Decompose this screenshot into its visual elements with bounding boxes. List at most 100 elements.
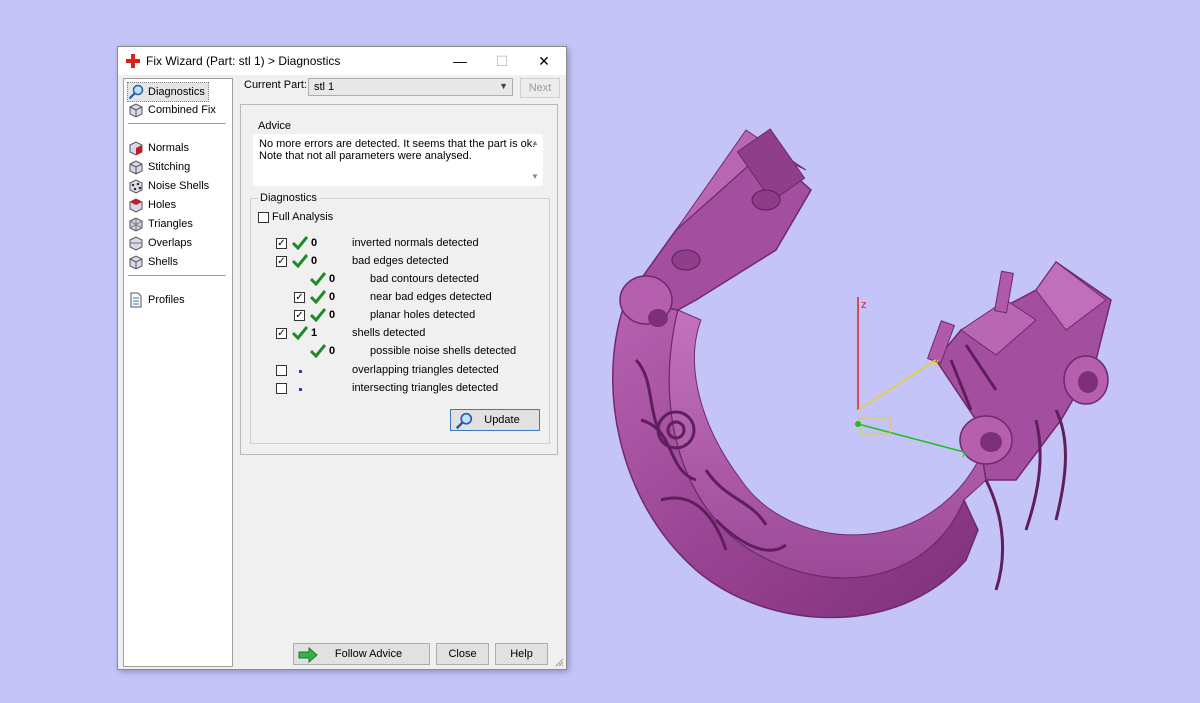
y-axis-label: y: [933, 357, 939, 369]
3d-viewport[interactable]: z y x: [566, 0, 1200, 703]
noise-shells-text: possible noise shells detected: [370, 345, 517, 357]
green-check-icon: [292, 254, 308, 268]
triangles-icon: [129, 217, 143, 232]
advice-line-2: Note that not all parameters were analys…: [259, 150, 472, 162]
close-button[interactable]: Close: [436, 643, 489, 665]
nav-item-combined-fix[interactable]: Combined Fix: [128, 101, 216, 119]
document-icon: [130, 292, 142, 308]
current-part-select[interactable]: stl 1 ▼: [308, 78, 513, 96]
holes-cube-icon: [129, 198, 143, 213]
diagnostics-title: Diagnostics: [258, 192, 319, 204]
chevron-down-icon: ▼: [499, 81, 508, 91]
green-arrow-icon: [298, 647, 318, 663]
minimize-button[interactable]: —: [440, 47, 480, 75]
advice-text-box: No more errors are detected. It seems th…: [253, 134, 543, 186]
diagnostics-group: Diagnostics Full Analysis ✓ 0 inverted n…: [250, 192, 550, 444]
nav-label: Triangles: [148, 218, 193, 230]
nav-item-overlaps[interactable]: Overlaps: [128, 234, 192, 252]
next-button[interactable]: Next: [520, 78, 560, 98]
x-axis-line: [857, 423, 965, 453]
fix-wizard-dialog: Fix Wizard (Part: stl 1) > Diagnostics —…: [117, 46, 567, 670]
bad-contours-text: bad contours detected: [370, 273, 479, 285]
nav-label: Overlaps: [148, 237, 193, 249]
scroll-up-icon[interactable]: ▲: [531, 138, 539, 147]
bad-edges-count: 0: [311, 255, 318, 267]
bad-edges-checkbox[interactable]: ✓: [276, 256, 287, 267]
intersecting-triangles-checkbox[interactable]: [276, 383, 287, 394]
nav-item-noise-shells[interactable]: Noise Shells: [128, 177, 209, 195]
y-axis-line: [857, 359, 937, 411]
advice-scrollbar[interactable]: ▲ ▼: [527, 134, 543, 186]
planar-holes-count: 0: [329, 309, 336, 321]
cube-icon: [129, 103, 143, 118]
green-check-icon: [310, 308, 326, 322]
nav-item-normals[interactable]: Normals: [128, 139, 189, 157]
advice-line-1: No more errors are detected. It seems th…: [259, 138, 536, 150]
overlaps-icon: [129, 236, 143, 251]
advice-title: Advice: [258, 120, 292, 132]
nav-label: Noise Shells: [148, 180, 210, 192]
wizard-nav: Diagnostics Combined Fix Normals Stitchi…: [123, 78, 233, 667]
full-analysis-label: Full Analysis: [272, 211, 334, 223]
green-check-icon: [292, 236, 308, 250]
shells-count: 1: [311, 327, 318, 339]
near-bad-edges-text: near bad edges detected: [370, 291, 492, 303]
close-window-button[interactable]: ✕: [524, 47, 564, 75]
shells-checkbox[interactable]: ✓: [276, 328, 287, 339]
nav-item-shells[interactable]: Shells: [128, 253, 178, 271]
bad-contours-count: 0: [329, 273, 336, 285]
noise-shells-count: 0: [329, 345, 336, 357]
update-label: Update: [484, 414, 520, 426]
z-axis-label: z: [861, 299, 867, 311]
nav-separator: [128, 275, 226, 276]
red-cross-icon: [126, 54, 140, 68]
stitching-cube-icon: [129, 160, 143, 175]
nav-item-diagnostics[interactable]: Diagnostics: [127, 82, 209, 102]
green-check-icon: [310, 344, 326, 358]
near-bad-edges-count: 0: [329, 291, 336, 303]
planar-holes-text: planar holes detected: [370, 309, 476, 321]
update-button[interactable]: Update: [450, 409, 540, 431]
nav-item-triangles[interactable]: Triangles: [128, 215, 193, 233]
nav-item-stitching[interactable]: Stitching: [128, 158, 190, 176]
follow-advice-button[interactable]: Follow Advice: [293, 643, 430, 665]
green-check-icon: [292, 326, 308, 340]
magnifier-icon: [455, 412, 473, 430]
current-part-value: stl 1: [314, 81, 335, 93]
overlapping-triangles-checkbox[interactable]: [276, 365, 287, 376]
inverted-normals-count: 0: [311, 237, 318, 249]
overlapping-triangles-text: overlapping triangles detected: [352, 364, 499, 376]
shells-text: shells detected: [352, 327, 426, 339]
pending-dot-icon: [299, 388, 302, 391]
near-bad-edges-checkbox[interactable]: ✓: [294, 292, 305, 303]
x-axis-label: x: [962, 448, 968, 460]
dialog-title: Fix Wizard (Part: stl 1) > Diagnostics: [146, 54, 341, 68]
scroll-down-icon[interactable]: ▼: [531, 172, 539, 181]
current-part-label: Current Part:: [244, 79, 307, 91]
inverted-normals-checkbox[interactable]: ✓: [276, 238, 287, 249]
nav-label: Shells: [148, 256, 178, 268]
nav-label: Profiles: [148, 294, 185, 306]
nav-label: Stitching: [148, 161, 191, 173]
origin-dot: [855, 421, 861, 427]
inverted-normals-text: inverted normals detected: [352, 237, 479, 249]
nav-label: Holes: [148, 199, 177, 211]
noise-shells-icon: [129, 179, 143, 194]
planar-holes-checkbox[interactable]: ✓: [294, 310, 305, 321]
bad-edges-text: bad edges detected: [352, 255, 449, 267]
green-check-icon: [310, 272, 326, 286]
pending-dot-icon: [299, 370, 302, 373]
follow-advice-label: Follow Advice: [334, 648, 403, 660]
maximize-button[interactable]: ☐: [482, 47, 522, 75]
nav-item-holes[interactable]: Holes: [128, 196, 176, 214]
help-button[interactable]: Help: [495, 643, 548, 665]
full-analysis-checkbox[interactable]: [258, 212, 269, 223]
ring-model[interactable]: z y x: [566, 0, 1200, 703]
title-bar[interactable]: Fix Wizard (Part: stl 1) > Diagnostics —…: [118, 47, 566, 75]
resize-grip-icon[interactable]: [554, 657, 564, 667]
nav-separator: [128, 123, 226, 124]
shells-icon: [129, 255, 143, 270]
diagnostics-panel: Advice No more errors are detected. It s…: [240, 104, 558, 455]
intersecting-triangles-text: intersecting triangles detected: [352, 382, 499, 394]
nav-item-profiles[interactable]: Profiles: [128, 291, 185, 309]
